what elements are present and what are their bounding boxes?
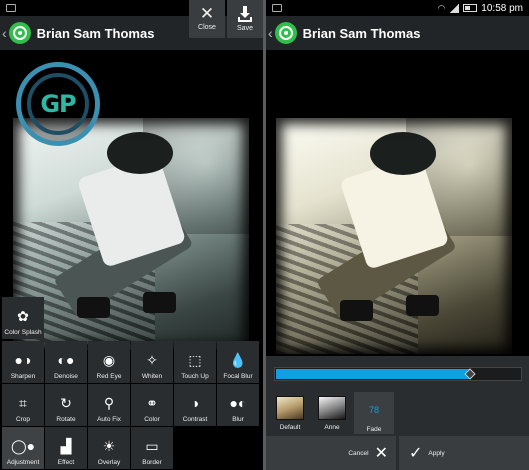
slider-fill (276, 369, 470, 379)
tool-label: Border (142, 459, 162, 466)
tool-label: Touch Up (181, 373, 209, 380)
filter-thumbnail (318, 396, 346, 420)
bulb-icon: ☀ (102, 438, 116, 454)
edited-photo (13, 118, 249, 350)
back-chevron-icon[interactable]: ‹ (268, 25, 273, 41)
sharpen-icon: ●◑ (14, 352, 32, 368)
tool-crop[interactable]: ⌗ Crop (2, 384, 44, 426)
tool-effect[interactable]: ▟ Effect (45, 427, 87, 469)
tool-label: Denoise (54, 373, 78, 380)
tool-label: Rotate (56, 416, 76, 423)
tool-adjustment[interactable]: ◯● Adjustment (2, 427, 44, 469)
blur-icon: ●◐ (229, 395, 247, 411)
filter-label: Anne (324, 424, 340, 431)
edited-photo-fade (276, 118, 512, 354)
back-chevron-icon[interactable]: ‹ (2, 25, 7, 41)
apply-button[interactable]: ✓ Apply (399, 436, 529, 470)
download-icon (238, 6, 252, 22)
contact-name: Brian Sam Thomas (302, 25, 421, 41)
flower-icon: ✿ (17, 308, 29, 324)
tool-whiten[interactable]: ✧ Whiten (131, 341, 173, 383)
gallery-notification-icon (6, 4, 16, 12)
close-icon: ✕ (374, 445, 388, 462)
tool-label: Effect (57, 459, 75, 466)
tool-focal-blur[interactable]: 💧 Focal Blur (217, 341, 259, 383)
save-button[interactable]: Save (227, 0, 263, 38)
filter-label: Default (279, 424, 301, 431)
sparkle-icon: ✧ (146, 352, 158, 368)
wifi-icon: ◠ (437, 2, 446, 13)
logo-text: GP (40, 90, 76, 118)
filter-thumbnail (276, 396, 304, 420)
tool-red-eye[interactable]: ◉ Red Eye (88, 341, 130, 383)
fade-value: 78 (368, 405, 379, 415)
tool-label: Color Splash (4, 329, 42, 336)
action-bar: ‹ Brian Sam Thomas (266, 16, 529, 50)
checkmark-icon: ✓ (409, 445, 423, 462)
tool-overlay[interactable]: ☀ Overlay (88, 427, 130, 469)
tool-label: Adjustment (6, 459, 40, 466)
gallery-notification-icon (272, 4, 282, 12)
rotate-icon: ↻ (60, 395, 72, 411)
touch-up-icon: ⬚ (188, 352, 202, 368)
tool-label: Blur (232, 416, 244, 423)
filter-label: Fade (366, 426, 382, 433)
close-button[interactable]: ✕ Close (189, 0, 225, 38)
tool-label: Contrast (182, 416, 208, 423)
filter-fade[interactable]: 78 Fade (354, 392, 394, 434)
cancel-button[interactable]: Cancel ✕ (266, 436, 396, 470)
tool-color[interactable]: ⚭ Color (131, 384, 173, 426)
tool-touch-up[interactable]: ⬚ Touch Up (174, 341, 216, 383)
crop-icon: ⌗ (19, 395, 27, 411)
battery-icon (463, 4, 478, 12)
tool-label: Sharpen (10, 373, 36, 380)
status-bar: ◠ 10:58 pm (266, 0, 529, 16)
tool-label: Whiten (141, 373, 163, 380)
tool-auto-fix[interactable]: ⚲ Auto Fix (88, 384, 130, 426)
close-label: Close (198, 24, 216, 31)
whatsapp-logo-icon[interactable] (8, 22, 31, 44)
denoise-icon: ◐● (57, 352, 75, 368)
tool-sharpen[interactable]: ●◑ Sharpen (2, 341, 44, 383)
tool-rotate[interactable]: ↻ Rotate (45, 384, 87, 426)
filter-default[interactable]: Default (270, 392, 310, 434)
close-icon: ✕ (199, 4, 215, 23)
contact-name: Brian Sam Thomas (36, 25, 155, 41)
tool-label: Color (144, 416, 160, 423)
apply-label: Apply (428, 449, 445, 457)
color-circles-icon: ⚭ (146, 395, 158, 411)
magic-wand-icon: ⚲ (103, 395, 115, 411)
frame-icon: ▭ (145, 438, 159, 454)
tool-contrast[interactable]: ◑ Contrast (174, 384, 216, 426)
drops-icon: 💧 (229, 352, 247, 368)
fade-slider[interactable] (274, 367, 522, 381)
whatsapp-logo-icon[interactable] (274, 22, 297, 44)
tool-border[interactable]: ▭ Border (131, 427, 173, 469)
spray-icon: ▟ (60, 438, 72, 454)
tool-label: Crop (15, 416, 31, 423)
signal-icon (449, 3, 460, 13)
tool-blur[interactable]: ●◐ Blur (217, 384, 259, 426)
eye-icon: ◉ (102, 352, 116, 368)
left-screen: ‹ Brian Sam Thomas ✕ Close Save GP ✿ Col… (0, 0, 263, 470)
toggle-icon: ◯● (10, 438, 36, 454)
filter-panel: Default Anne 78 Fade Cancel ✕ ✓ Apply (266, 356, 529, 470)
tool-label: Auto Fix (97, 416, 121, 423)
cancel-label: Cancel (348, 449, 369, 457)
gp-watermark-logo: GP (16, 62, 100, 146)
tool-label: Focal Blur (223, 373, 253, 380)
tool-label: Red Eye (96, 373, 122, 380)
tool-label: Overlay (97, 459, 121, 466)
tool-denoise[interactable]: ◐● Denoise (45, 341, 87, 383)
save-label: Save (237, 25, 253, 32)
status-time: 10:58 pm (481, 2, 523, 14)
filter-anne[interactable]: Anne (312, 392, 352, 434)
contrast-icon: ◑ (190, 395, 200, 411)
tool-color-splash[interactable]: ✿ Color Splash (2, 297, 44, 339)
